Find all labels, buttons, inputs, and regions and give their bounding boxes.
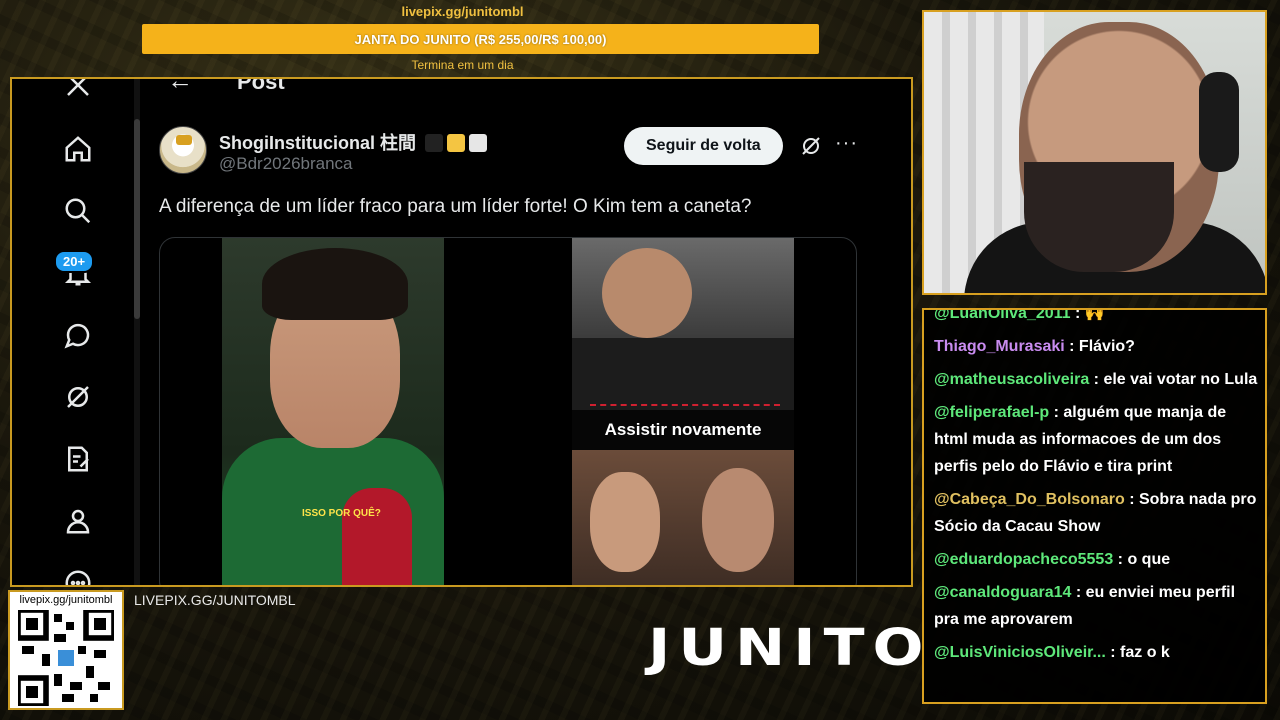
- goal-title: JANTA DO JUNITO (R$ 255,00/R$ 100,00): [354, 31, 607, 47]
- more-menu-icon[interactable]: [60, 565, 96, 585]
- chat-text: : Flávio?: [1064, 338, 1135, 355]
- scrollbar[interactable]: [134, 79, 140, 585]
- profile-icon[interactable]: [60, 503, 96, 539]
- x-logo-icon[interactable]: [60, 79, 96, 103]
- goal-progress-bar: JANTA DO JUNITO (R$ 255,00/R$ 100,00): [142, 24, 819, 54]
- post-column: ← Post ShogiInstitucional 柱間 @Bdr2026bra…: [141, 79, 911, 585]
- chat-username[interactable]: @LuanOliva_2011: [934, 310, 1071, 322]
- post-more-icon[interactable]: ···: [835, 132, 858, 155]
- headset-icon: [1199, 72, 1239, 172]
- man-face-right: [702, 468, 774, 572]
- chat-message: @Cabeça_Do_Bolsonaro : Sobra nada pro Só…: [934, 486, 1259, 540]
- chat-message: @canaldoguara14 : eu enviei meu perfil p…: [934, 579, 1259, 633]
- page-title: Post: [237, 77, 285, 94]
- chat-message: @matheusacoliveira : ele vai votar no Lu…: [934, 366, 1259, 393]
- chat-username[interactable]: @feliperafael-p: [934, 404, 1049, 421]
- back-arrow-icon[interactable]: ←: [167, 79, 193, 96]
- goal-ends-text: Termina em um dia: [411, 58, 514, 72]
- chat-text: : o que: [1113, 551, 1171, 568]
- chat-message: @LuanOliva_2011 : 🙌: [934, 308, 1259, 327]
- chat-username[interactable]: @LuisViniciosOliveir...: [934, 644, 1106, 661]
- chat-username[interactable]: @matheusacoliveira: [934, 371, 1089, 388]
- video-person-hair: [262, 248, 408, 320]
- chat-username[interactable]: @canaldoguara14: [934, 584, 1071, 601]
- chat-message: Thiago_Murasaki : Flávio?: [934, 333, 1259, 360]
- chat-username[interactable]: @Cabeça_Do_Bolsonaro: [934, 491, 1125, 508]
- chat-message: @eduardopacheco5553 : o que: [934, 546, 1259, 573]
- chat-text: : ele vai votar no Lula: [1089, 371, 1258, 388]
- badge-black-icon: [425, 134, 444, 152]
- messages-icon[interactable]: [60, 317, 96, 353]
- search-icon[interactable]: [60, 193, 96, 229]
- chat-text: : 🙌: [1070, 308, 1105, 322]
- chat-messages: @LuanOliva_2011 : 🙌 Thiago_Murasaki : Flá…: [934, 308, 1259, 672]
- crowd-person: [602, 248, 692, 338]
- badge-yellow-icon: [447, 134, 466, 152]
- chat-username[interactable]: Thiago_Murasaki: [934, 338, 1065, 355]
- notification-count-badge: 20+: [54, 250, 95, 273]
- author-name[interactable]: ShogiInstitucional 柱間: [219, 129, 488, 155]
- post-text: A diferença de um líder fraco para um lí…: [159, 196, 752, 217]
- qr-code-icon: [18, 610, 114, 706]
- author-avatar[interactable]: [159, 126, 207, 174]
- chat-message: @feliperafael-p : alguém que manja de ht…: [934, 399, 1259, 480]
- webcam-beard: [1024, 162, 1174, 272]
- home-icon[interactable]: [60, 131, 96, 167]
- pix-qr-label: livepix.gg/junitombl: [19, 594, 113, 606]
- crowd-image: [572, 238, 794, 410]
- webcam-feed: [922, 10, 1267, 295]
- grok-icon[interactable]: [60, 379, 96, 415]
- crowd-body: [572, 338, 794, 410]
- microphone-image: [342, 488, 412, 585]
- chat-panel: @LuanOliva_2011 : 🙌 Thiago_Murasaki : Flá…: [922, 308, 1267, 704]
- man-face-left: [590, 472, 660, 572]
- author-handle[interactable]: @Bdr2026branca: [219, 154, 353, 174]
- goal-url: livepix.gg/junitombl: [401, 4, 524, 19]
- two-men-image: [572, 450, 794, 585]
- follow-back-button[interactable]: Seguir de volta: [624, 127, 783, 165]
- grok-post-icon[interactable]: [799, 134, 823, 158]
- replay-button[interactable]: Assistir novamente: [572, 410, 794, 450]
- brand-logo: JUNITO: [648, 618, 932, 678]
- chat-text: : faz o k: [1105, 644, 1170, 661]
- chat-username[interactable]: @eduardopacheco5553: [934, 551, 1113, 568]
- author-name-text: ShogiInstitucional 柱間: [219, 133, 416, 153]
- x-sidebar: 20+: [12, 79, 140, 585]
- pix-url: LIVEPIX.GG/JUNITOMBL: [134, 592, 296, 608]
- scrollbar-thumb[interactable]: [134, 119, 140, 319]
- video-caption: ISSO POR QUÊ?: [302, 508, 381, 519]
- lists-icon[interactable]: [60, 441, 96, 477]
- pix-qr-panel: livepix.gg/junitombl: [8, 590, 124, 710]
- post-media[interactable]: ISSO POR QUÊ? Assistir novamente: [159, 237, 857, 585]
- chat-message: @LuisViniciosOliveir... : faz o k: [934, 639, 1259, 666]
- x-window: 20+ ← Post ShogiInstitucional 柱間 @Bdr202…: [10, 77, 913, 587]
- badge-white-icon: [469, 134, 488, 152]
- video-left-frame[interactable]: ISSO POR QUÊ?: [222, 238, 444, 585]
